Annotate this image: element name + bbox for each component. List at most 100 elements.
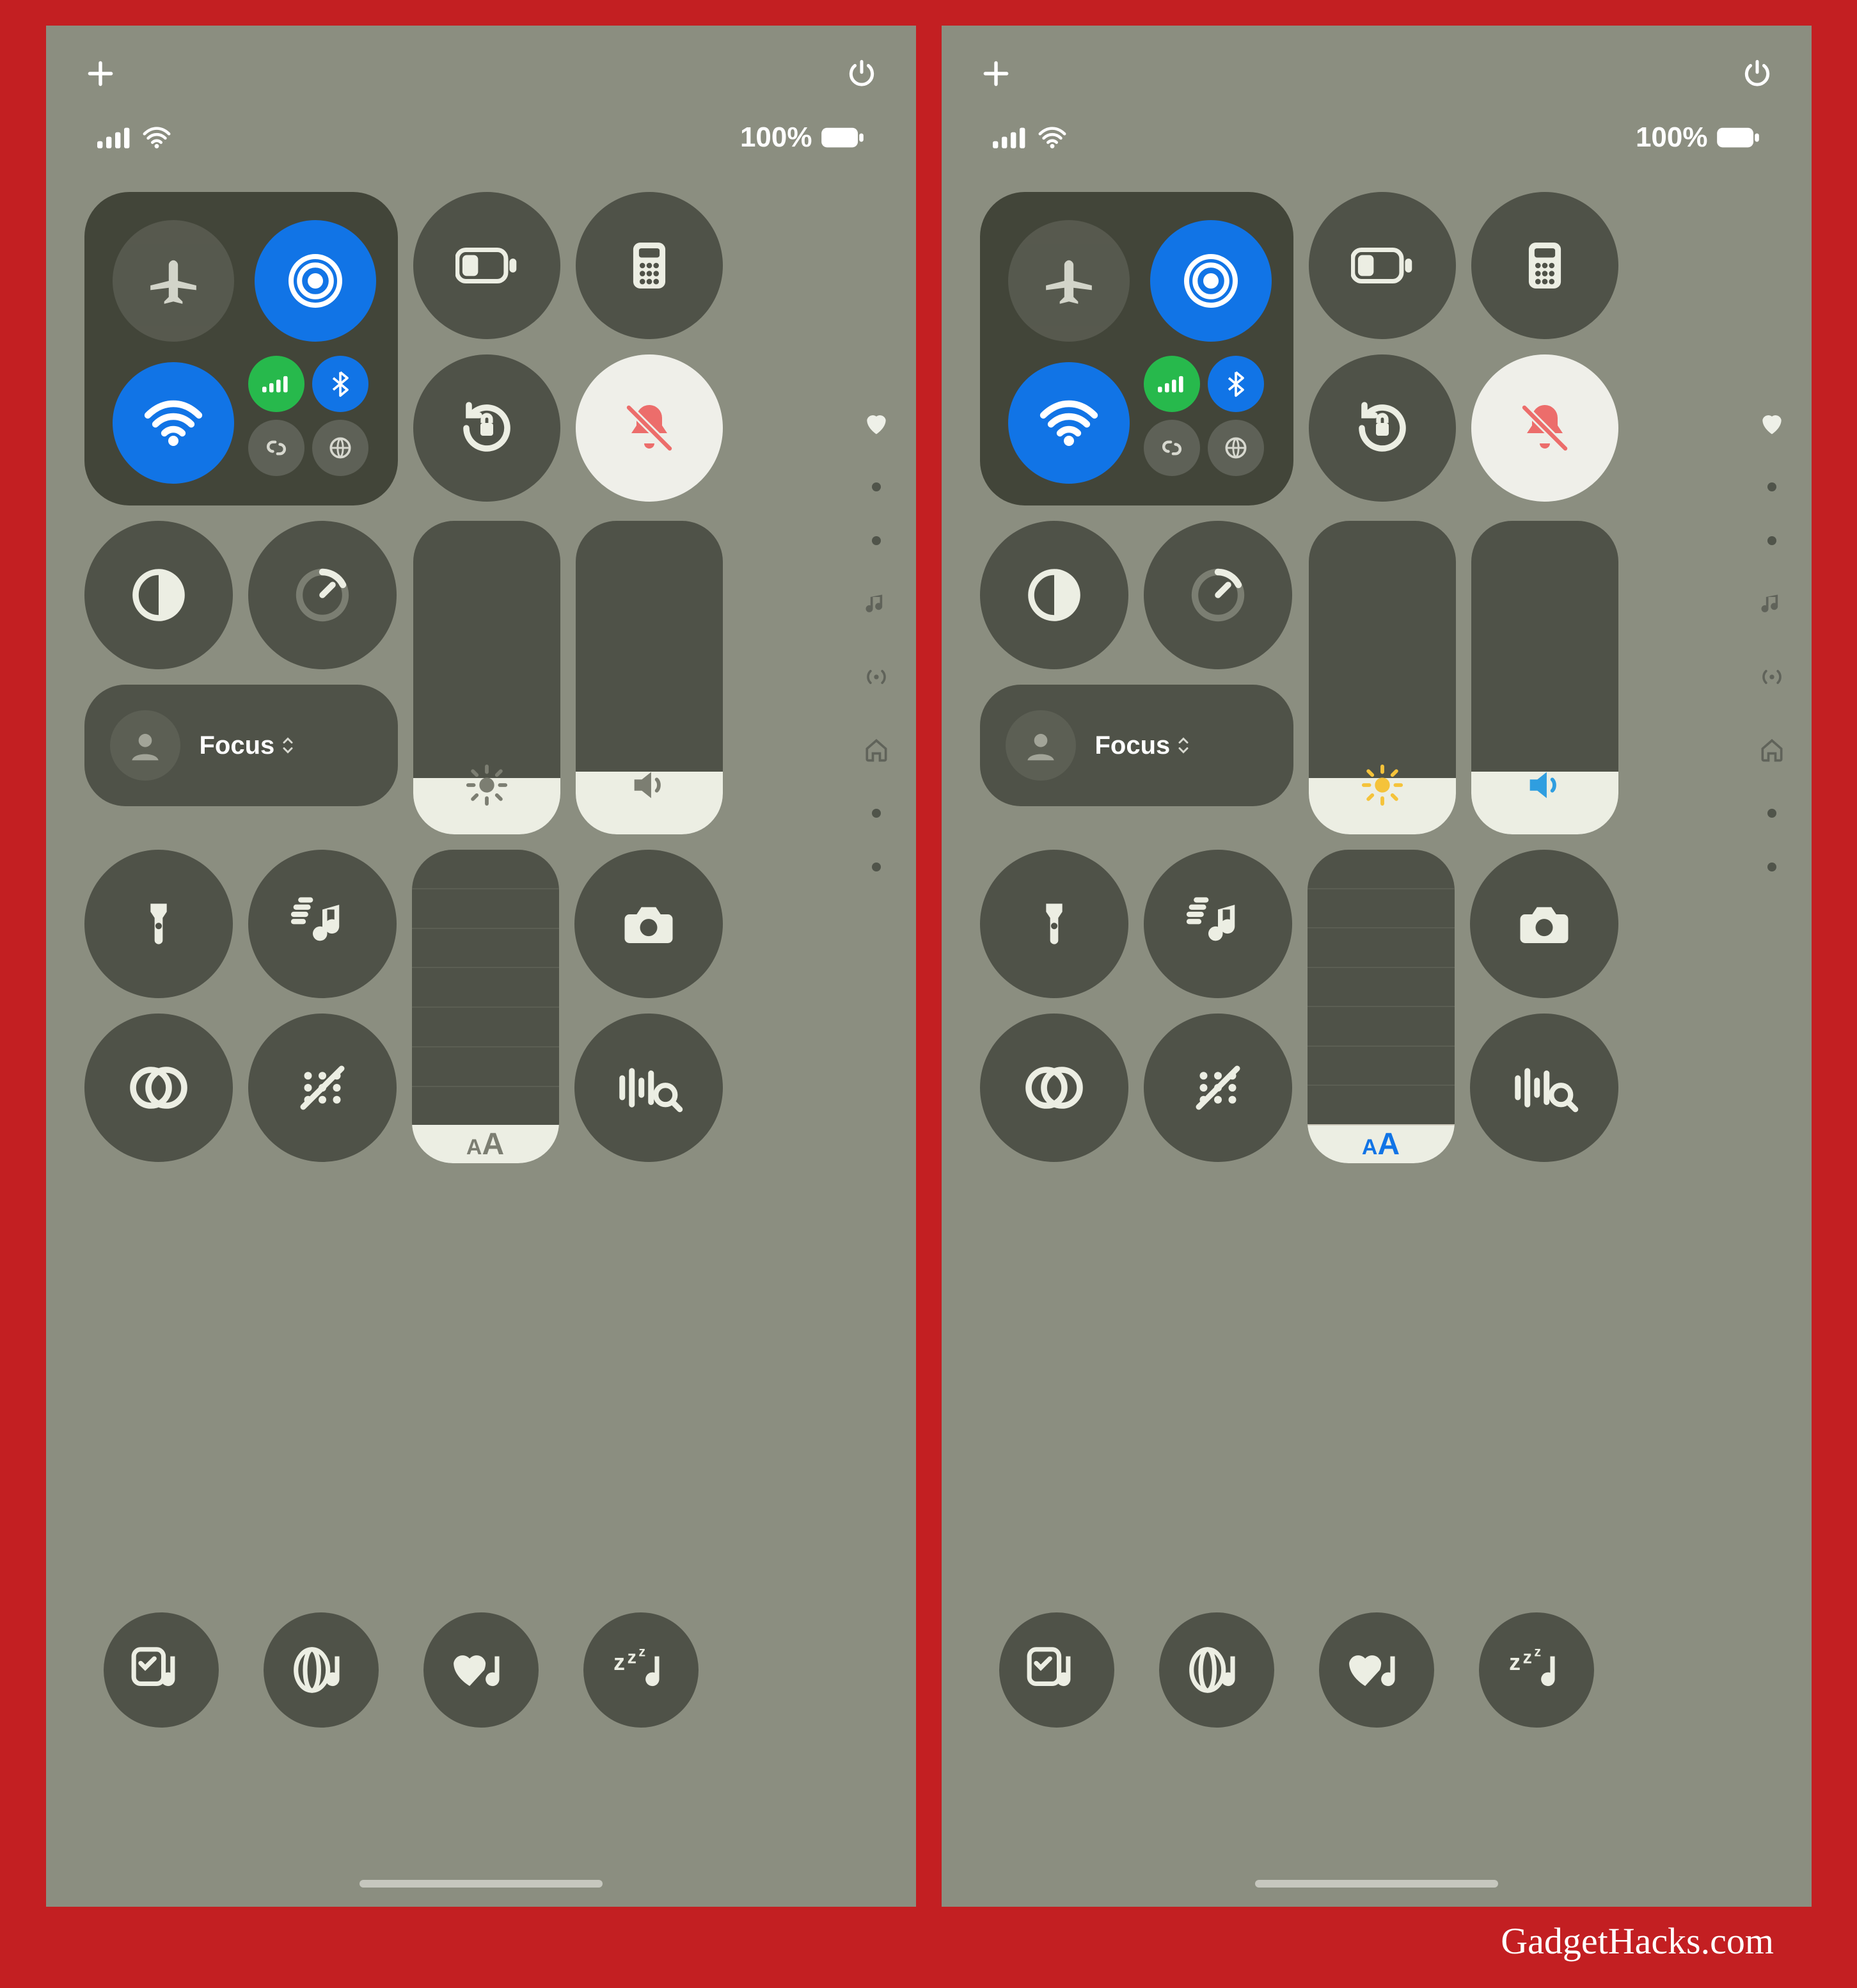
control-center-frame-right: 100%	[942, 26, 1812, 1907]
bluetooth-toggle[interactable]	[312, 356, 368, 412]
hotspot-toggle[interactable]	[1144, 420, 1200, 476]
calculator-button[interactable]	[576, 192, 723, 339]
text-size-slider[interactable]: AA	[412, 850, 559, 1163]
connectivity-expand[interactable]	[248, 356, 370, 477]
airdrop-toggle[interactable]	[1150, 220, 1272, 342]
spatial-audio-button[interactable]	[1159, 1612, 1274, 1728]
live-captions-button[interactable]	[1144, 1014, 1292, 1162]
link-icon	[262, 434, 290, 462]
flashlight-icon	[1030, 893, 1079, 955]
power-button[interactable]	[846, 58, 878, 90]
speaker-icon	[1522, 763, 1567, 807]
airplane-mode-toggle[interactable]	[113, 220, 234, 342]
focus-label: Focus	[1095, 731, 1171, 760]
camera-button[interactable]	[574, 850, 723, 998]
quick-note-music-button[interactable]	[999, 1612, 1114, 1728]
focus-label-row: Focus	[1095, 731, 1190, 760]
wifi-toggle[interactable]	[113, 362, 234, 484]
rotation-lock-toggle[interactable]	[413, 354, 560, 502]
wifi-icon	[142, 123, 171, 152]
flashlight-button[interactable]	[980, 850, 1128, 998]
bell-slash-icon	[1514, 397, 1576, 459]
dark-mode-toggle[interactable]	[980, 521, 1128, 669]
flashlight-icon	[134, 893, 183, 955]
text-size-slider[interactable]: AA	[1308, 850, 1455, 1163]
plus-icon	[84, 58, 116, 90]
power-button[interactable]	[1741, 58, 1773, 90]
satellite-toggle[interactable]	[312, 420, 368, 476]
home-indicator[interactable]	[360, 1880, 603, 1888]
airdrop-toggle[interactable]	[255, 220, 376, 342]
connectivity-expand[interactable]	[1144, 356, 1265, 477]
sleep-music-button[interactable]: zzz	[583, 1612, 699, 1728]
volume-slider[interactable]	[1471, 521, 1618, 834]
heart-music-icon	[449, 1642, 513, 1698]
sound-recognition-button[interactable]	[574, 1014, 723, 1162]
chevron-updown-icon	[1178, 736, 1189, 755]
top-bar	[84, 58, 878, 90]
low-power-toggle[interactable]	[1309, 192, 1456, 339]
spatial-audio-button[interactable]	[264, 1612, 379, 1728]
volume-slider[interactable]	[576, 521, 723, 834]
quick-note-music-button[interactable]	[104, 1612, 219, 1728]
timer-button[interactable]	[1144, 521, 1292, 669]
satellite-toggle[interactable]	[1208, 420, 1264, 476]
camera-icon	[617, 895, 681, 953]
accessibility-shortcuts-button[interactable]	[980, 1014, 1128, 1162]
favorite-music-button[interactable]	[1319, 1612, 1434, 1728]
accessibility-shortcuts-button[interactable]	[84, 1014, 233, 1162]
connectivity-page-icon	[862, 663, 890, 691]
brightness-slider[interactable]	[1309, 521, 1456, 834]
wifi-toggle[interactable]	[1008, 362, 1130, 484]
svg-text:z: z	[627, 1647, 636, 1667]
sound-recognition-button[interactable]	[1470, 1014, 1618, 1162]
spatial-music-icon	[1185, 1642, 1249, 1698]
airplane-mode-toggle[interactable]	[1008, 220, 1130, 342]
dark-mode-toggle[interactable]	[84, 521, 233, 669]
bluetooth-toggle[interactable]	[1208, 356, 1264, 412]
cellular-toggle[interactable]	[1144, 356, 1200, 412]
globe-icon	[326, 434, 354, 462]
live-captions-button[interactable]	[248, 1014, 397, 1162]
timer-icon	[292, 564, 353, 626]
battery-icon	[1716, 126, 1760, 149]
connectivity-group[interactable]	[84, 192, 398, 505]
low-power-toggle[interactable]	[413, 192, 560, 339]
music-recognition-button[interactable]	[1144, 850, 1292, 998]
top-bar	[980, 58, 1773, 90]
cellular-toggle[interactable]	[248, 356, 304, 412]
timer-button[interactable]	[248, 521, 397, 669]
music-wave-icon	[1183, 895, 1253, 953]
add-button[interactable]	[980, 58, 1012, 90]
calculator-icon	[622, 238, 677, 293]
connectivity-group[interactable]	[980, 192, 1293, 505]
flashlight-button[interactable]	[84, 850, 233, 998]
page-indicator[interactable]	[1758, 410, 1786, 871]
music-recognition-button[interactable]	[248, 850, 397, 998]
brightness-slider[interactable]	[413, 521, 560, 834]
battery-percent-label: 100%	[740, 122, 812, 154]
text-size-glyph: AA	[466, 1127, 504, 1162]
sleep-music-button[interactable]: zzz	[1479, 1612, 1594, 1728]
focus-button[interactable]: Focus	[980, 685, 1293, 806]
hotspot-toggle[interactable]	[248, 420, 304, 476]
rotation-lock-toggle[interactable]	[1309, 354, 1456, 502]
focus-button[interactable]: Focus	[84, 685, 398, 806]
power-icon	[846, 58, 878, 90]
music-wave-icon	[287, 895, 358, 953]
camera-button[interactable]	[1470, 850, 1618, 998]
favorite-music-button[interactable]	[423, 1612, 539, 1728]
svg-text:z: z	[638, 1644, 645, 1660]
home-page-icon	[1758, 736, 1786, 764]
page-indicator[interactable]	[862, 410, 890, 871]
battery-icon	[455, 246, 518, 285]
calculator-button[interactable]	[1471, 192, 1618, 339]
silent-mode-toggle[interactable]	[1471, 354, 1618, 502]
text-size-glyph: AA	[1362, 1127, 1400, 1162]
status-bar: 100%	[84, 122, 878, 154]
silent-mode-toggle[interactable]	[576, 354, 723, 502]
add-button[interactable]	[84, 58, 116, 90]
checklist-music-icon	[1025, 1642, 1089, 1698]
focus-avatar	[110, 710, 180, 781]
home-indicator[interactable]	[1255, 1880, 1498, 1888]
